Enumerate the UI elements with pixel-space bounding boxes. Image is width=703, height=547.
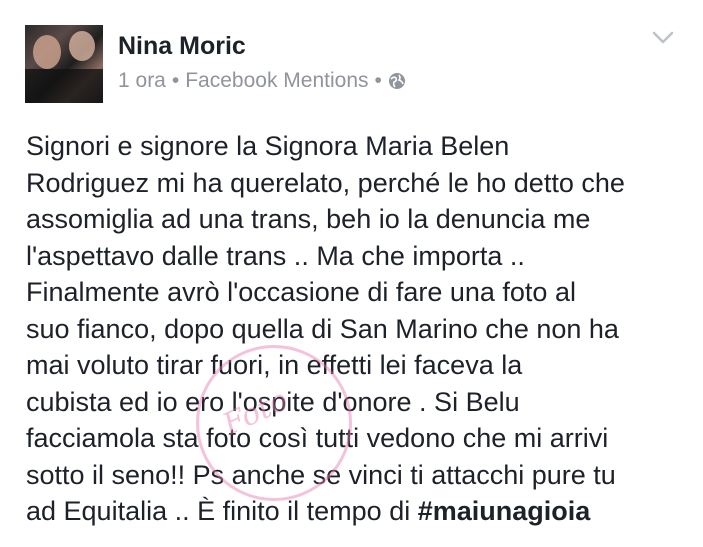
author-name[interactable]: Nina Moric: [118, 32, 246, 61]
avatar-face-right: [69, 31, 95, 61]
meta-separator-2: •: [374, 69, 382, 92]
facebook-post: Nina Moric 1 ora • Facebook Mentions • S…: [0, 0, 703, 547]
globe-icon[interactable]: [388, 72, 406, 90]
meta-separator: •: [171, 69, 180, 92]
post-meta: 1 ora • Facebook Mentions •: [118, 69, 406, 93]
chevron-down-icon[interactable]: [651, 30, 675, 46]
avatar-face-left: [33, 35, 61, 69]
post-source[interactable]: Facebook Mentions: [185, 69, 368, 93]
avatar[interactable]: [25, 25, 103, 103]
avatar-clothing: [25, 69, 103, 103]
post-body: Signori e signore la Signora Maria Belen…: [26, 128, 696, 530]
post-timestamp[interactable]: 1 ora: [118, 69, 166, 93]
hashtag-link[interactable]: #maiunagioia: [418, 496, 591, 526]
